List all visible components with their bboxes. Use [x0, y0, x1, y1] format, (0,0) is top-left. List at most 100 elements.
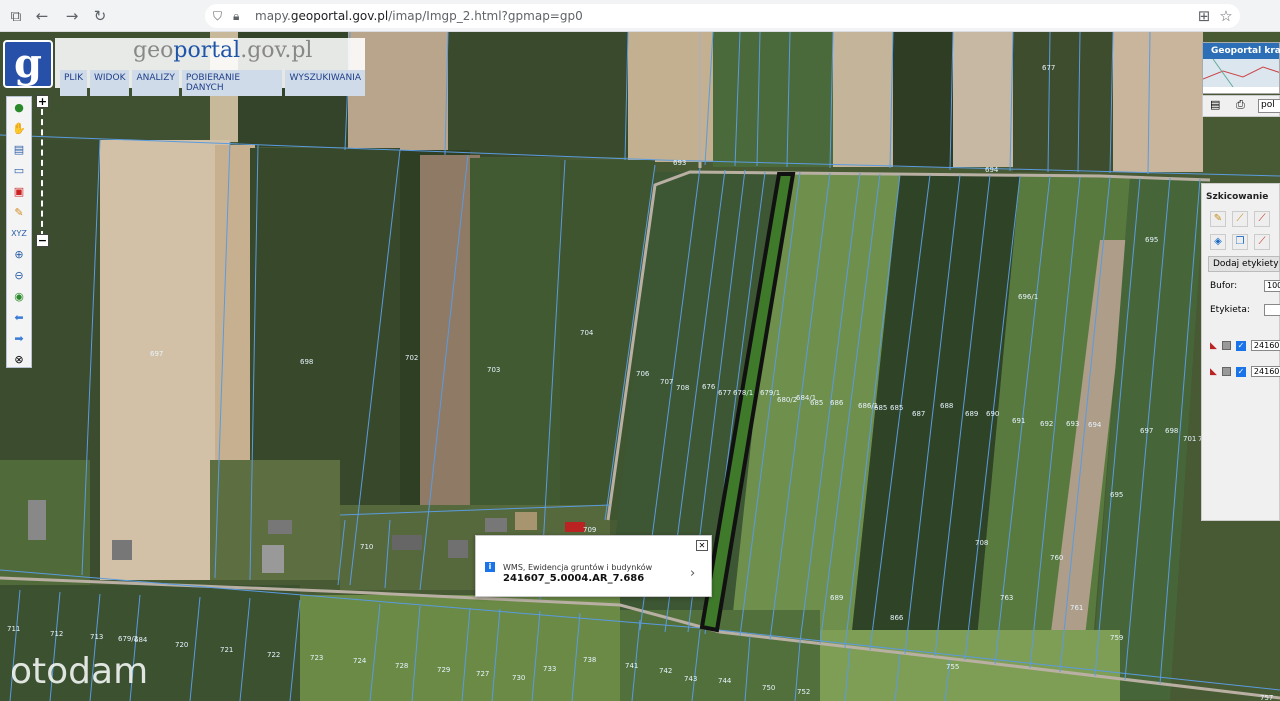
parcel-number-label: 693 — [673, 159, 686, 167]
zoom-minus-button[interactable]: − — [36, 234, 49, 247]
menu-analizy[interactable]: ANALIZY — [132, 70, 179, 96]
bookmark-star-icon[interactable]: ☆ — [1216, 6, 1236, 26]
parcel-number-label: 760 — [1050, 554, 1063, 562]
parcel-number-label: 685 — [890, 404, 903, 412]
parcel-number-label: 727 — [476, 670, 489, 678]
parcel-number-label: 706 — [636, 370, 650, 378]
zoom-plus-button[interactable]: + — [36, 95, 49, 108]
parcel-number-label: 680/2 — [777, 396, 797, 404]
chevron-right-icon[interactable]: › — [690, 566, 695, 581]
parcel-number-label: 691 — [1012, 417, 1025, 425]
parcel-number-label: 761 — [1070, 604, 1083, 612]
parcel-number-label: 697 — [150, 350, 163, 358]
parcel-number-label: 708 — [975, 539, 988, 547]
overview-minimap[interactable]: Geoportal kraj — [1202, 42, 1280, 94]
next-view-icon[interactable]: ➡ — [7, 328, 31, 349]
language-select[interactable]: pol — [1258, 99, 1280, 113]
color-swatch[interactable] — [1221, 367, 1231, 376]
tracking-shield-icon[interactable]: ⛉ — [213, 4, 222, 28]
edit-shape-icon[interactable]: ⟋ — [1254, 234, 1270, 250]
parcel-number-label: 720 — [175, 641, 188, 649]
pan-hand-icon[interactable]: ✋ — [7, 118, 31, 139]
zoom-slider[interactable]: + − — [36, 95, 50, 247]
clear-selection-icon[interactable]: ▣ — [7, 181, 31, 202]
pencil-icon[interactable]: ✎ — [7, 202, 31, 223]
address-bar[interactable]: ⛉ 🔒︎ mapy.geoportal.gov.pl/imap/Imgp_2.h… — [205, 4, 1240, 28]
parcel-number-label: 704 — [580, 329, 594, 337]
url-path: /imap/Imgp_2.html?gpmap=gp0 — [388, 9, 583, 23]
popup-source: WMS, Ewidencja gruntów i budynków — [503, 563, 653, 572]
layer-code: 24160 — [1250, 340, 1280, 351]
parcel-number-label: 688 — [940, 402, 953, 410]
coordinates-icon[interactable]: XYZ — [7, 223, 31, 244]
geoportal-logo[interactable]: g — [3, 40, 53, 88]
parcel-number-label: 738 — [583, 656, 596, 664]
tab-actions-icon[interactable]: ⧉ — [6, 6, 26, 26]
parcel-number-label: 713 — [90, 633, 103, 641]
label-input[interactable] — [1264, 304, 1280, 316]
reload-icon[interactable]: ↻ — [90, 6, 110, 26]
forward-icon[interactable]: → — [62, 6, 82, 26]
zoom-in-icon[interactable]: ⊕ — [7, 244, 31, 265]
parcel-number-label: 759 — [1110, 634, 1123, 642]
previous-view-icon[interactable]: ⬅ — [7, 307, 31, 328]
color-swatch[interactable] — [1221, 341, 1231, 350]
layer-checkbox[interactable]: ✓ — [1235, 366, 1246, 377]
full-extent-globe-icon[interactable]: ◉ — [7, 286, 31, 307]
add-labels-button[interactable]: Dodaj etykiety — [1208, 256, 1280, 272]
select-area-icon[interactable]: ▭ — [7, 160, 31, 181]
parcel-number-label: 866 — [890, 614, 904, 622]
menu-widok[interactable]: WIDOK — [90, 70, 130, 96]
parcel-number-label: 708 — [676, 384, 689, 392]
parcel-number-label: 702 — [405, 354, 418, 362]
parcel-number-label: 695 — [1110, 491, 1123, 499]
parcel-number-label: 689 — [830, 594, 843, 602]
fill-icon[interactable]: ◈ — [1210, 234, 1226, 250]
zoom-track[interactable] — [41, 109, 44, 237]
print-preview-icon[interactable]: ▤ — [1210, 98, 1220, 111]
app-header: geoportal.gov.pl PLIK WIDOK ANALIZY POBI… — [55, 38, 365, 96]
draw-polyline-icon[interactable]: ⟋ — [1254, 211, 1270, 227]
feature-info-popup: ✕ i WMS, Ewidencja gruntów i budynków 24… — [475, 535, 712, 597]
menu-wyszukiwania[interactable]: WYSZUKIWANIA — [285, 70, 365, 96]
copy-shape-icon[interactable]: ❐ — [1232, 234, 1248, 250]
lock-icon[interactable]: 🔒︎ — [233, 4, 239, 28]
menu-pobieranie-danych[interactable]: POBIERANIE DANYCH — [181, 70, 283, 96]
sketch-layer-row[interactable]: ◣ ✓ 24160 — [1210, 366, 1280, 377]
parcel-number-label: 757 — [1260, 694, 1273, 701]
back-icon[interactable]: ← — [32, 6, 52, 26]
parcel-number-label: 698 — [1165, 427, 1178, 435]
parcel-number-label: 710 — [360, 543, 373, 551]
parcel-number-label: 677 — [1042, 64, 1055, 72]
parcel-number-label: 723 — [310, 654, 323, 662]
parcel-number-label: 676 — [702, 383, 716, 391]
info-icon[interactable]: ● — [7, 97, 31, 118]
draw-point-icon[interactable]: ✎ — [1210, 211, 1226, 227]
parcel-id[interactable]: 241607_5.0004.AR_7.686 — [503, 573, 644, 584]
draw-line-icon[interactable]: ⟋ — [1232, 211, 1248, 227]
parcel-number-label: 685 — [810, 399, 823, 407]
sketch-layer-row[interactable]: ◣ ✓ 24160 — [1210, 340, 1280, 351]
zoom-out-icon[interactable]: ⊖ — [7, 265, 31, 286]
app-title: geoportal.gov.pl — [133, 38, 313, 63]
map-toolbar: ● ✋ ▤ ▭ ▣ ✎ XYZ ⊕ ⊖ ◉ ⬅ ➡ ⊗ — [6, 96, 32, 368]
menu-plik[interactable]: PLIK — [60, 70, 87, 96]
printer-icon[interactable]: ⎙ — [1236, 98, 1245, 112]
help-lifebuoy-icon[interactable]: ⊗ — [7, 349, 31, 370]
parcel-number-label: 711 — [7, 625, 20, 633]
legend-icon[interactable]: ▤ — [7, 139, 31, 160]
parcel-number-label: 724 — [353, 657, 367, 665]
sketch-panel: Szkicowanie ✎ ⟋ ⟋ ◈ ❐ ⟋ Dodaj etykiety B… — [1201, 183, 1280, 521]
parcel-number-label: 694 — [985, 166, 999, 174]
map-canvas[interactable]: 677 693 694 695 696/1 697 698 702 703 704 706 707 70… — [0, 32, 1280, 701]
polygon-icon: ◣ — [1210, 340, 1217, 351]
install-app-icon[interactable]: ⊞ — [1194, 6, 1214, 26]
layer-checkbox[interactable]: ✓ — [1235, 340, 1246, 351]
buffer-input[interactable]: 100 — [1264, 280, 1280, 292]
watermark: otodam — [10, 651, 149, 692]
close-icon[interactable]: ✕ — [696, 540, 708, 551]
minimap-thumbnail[interactable] — [1203, 59, 1279, 87]
parcel-number-label: 728 — [395, 662, 408, 670]
field-strips — [0, 32, 1205, 701]
parcel-number-label: 690 — [986, 410, 999, 418]
